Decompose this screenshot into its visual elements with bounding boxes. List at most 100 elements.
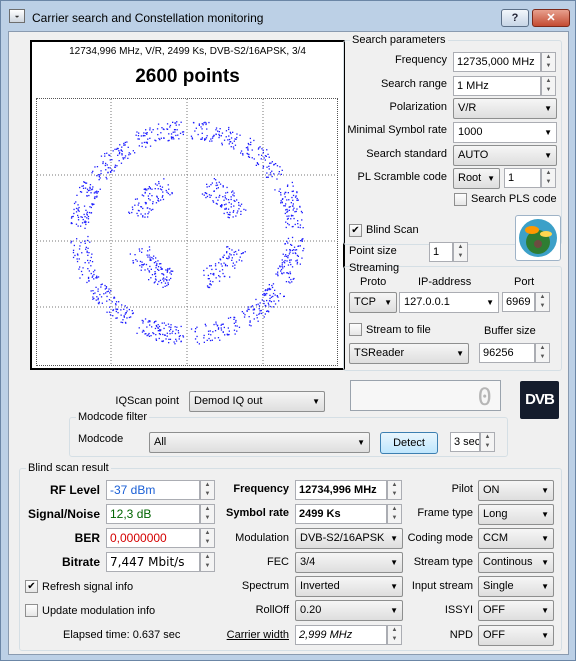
constellation-point: [100, 170, 102, 172]
pilot-select[interactable]: ON ▼: [478, 480, 554, 501]
constellation-point: [233, 199, 235, 202]
constellation-point: [171, 192, 173, 195]
constellation-point: [98, 301, 100, 303]
port-input[interactable]: 6969: [502, 292, 535, 312]
constellation-point: [77, 225, 79, 227]
constellation-point: [77, 216, 80, 218]
constellation-point: [84, 242, 86, 244]
constellation-point: [275, 163, 277, 165]
interval-spinner[interactable]: ▲ ▼: [480, 432, 495, 452]
close-button[interactable]: ✕: [532, 9, 570, 27]
min-symbol-rate-select[interactable]: 1000 ▼: [453, 122, 557, 143]
point-size-spinner[interactable]: ▲ ▼: [453, 242, 468, 262]
pl-scramble-mode-select[interactable]: Root ▼: [453, 168, 500, 189]
blind-scan-checkbox[interactable]: ✔: [349, 224, 362, 237]
title-bar[interactable]: ◒ Carrier search and Constellation monit…: [1, 1, 575, 31]
constellation-point: [152, 208, 154, 211]
npd-select[interactable]: OFF ▼: [478, 625, 554, 646]
constellation-point: [124, 155, 127, 157]
constellation-point: [172, 121, 174, 123]
search-standard-select[interactable]: AUTO ▼: [453, 145, 557, 166]
constellation-point: [258, 308, 260, 310]
coding-mode-select[interactable]: CCM ▼: [478, 528, 554, 549]
stream-to-file-checkbox[interactable]: [349, 323, 362, 336]
iqscan-select[interactable]: Demod IQ out ▼: [189, 391, 325, 412]
input-stream-select[interactable]: Single ▼: [478, 576, 554, 597]
constellation-point: [284, 255, 286, 257]
rolloff-label: RollOff: [255, 604, 289, 616]
constellation-point: [155, 334, 157, 336]
fish-logo-icon: [515, 215, 561, 261]
search-pls-label: Search PLS code: [471, 193, 557, 205]
constellation-point: [289, 271, 291, 273]
carrier-width-label[interactable]: Carrier width: [209, 629, 289, 641]
constellation-point: [285, 221, 287, 223]
detect-button[interactable]: Detect: [380, 432, 438, 454]
search-range-input[interactable]: 1 MHz: [453, 76, 541, 96]
constellation-point: [226, 191, 229, 194]
search-pls-checkbox[interactable]: [454, 193, 467, 206]
symbol-rate-spinner[interactable]: ▲ ▼: [387, 504, 402, 524]
search-range-spinner[interactable]: ▲ ▼: [541, 76, 556, 96]
buffer-size-input[interactable]: 96256: [479, 343, 535, 363]
constellation-point: [269, 172, 272, 174]
constellation-point: [154, 273, 156, 275]
constellation-point: [128, 316, 131, 319]
constellation-point: [135, 259, 137, 261]
constellation-point: [144, 318, 147, 320]
polarization-select[interactable]: V/R ▼: [453, 98, 557, 119]
spectrum-select[interactable]: Inverted ▼: [295, 576, 403, 597]
chevron-down-icon: ▼: [541, 486, 549, 495]
help-button[interactable]: ?: [501, 9, 529, 27]
constellation-point: [115, 317, 117, 319]
constellation-point: [222, 196, 224, 198]
update-modulation-checkbox[interactable]: [25, 604, 38, 617]
constellation-point: [262, 167, 264, 169]
constellation-point: [144, 191, 146, 194]
carrier-width-spinner[interactable]: ▲ ▼: [387, 625, 402, 645]
proto-select[interactable]: TCP ▼: [349, 292, 397, 313]
reader-select[interactable]: TSReader ▼: [349, 343, 469, 364]
frame-type-select[interactable]: Long ▼: [478, 504, 554, 525]
constellation-point: [118, 150, 120, 152]
result-frequency-spinner[interactable]: ▲ ▼: [387, 480, 402, 500]
fec-select[interactable]: 3/4 ▼: [295, 552, 403, 573]
port-spinner[interactable]: ▲ ▼: [535, 292, 550, 312]
modcode-select[interactable]: All ▼: [149, 432, 370, 453]
constellation-point: [228, 333, 230, 336]
constellation-point: [109, 314, 112, 316]
ip-address-select[interactable]: 127.0.0.1 ▼: [399, 292, 499, 313]
npd-label: NPD: [449, 629, 473, 641]
rolloff-select[interactable]: 0.20 ▼: [295, 600, 403, 621]
constellation-point: [288, 224, 290, 226]
pl-scramble-spinner[interactable]: ▲ ▼: [541, 168, 556, 188]
issyi-select[interactable]: OFF ▼: [478, 600, 554, 621]
constellation-point: [251, 157, 253, 159]
constellation-point: [230, 198, 232, 201]
constellation-point: [112, 150, 114, 152]
constellation-point: [232, 211, 234, 213]
buffer-size-spinner[interactable]: ▲ ▼: [535, 343, 550, 363]
constellation-point: [128, 308, 130, 311]
constellation-point: [92, 298, 94, 300]
polarization-label: Polarization: [389, 101, 447, 113]
constellation-point: [151, 326, 153, 328]
constellation-point: [125, 312, 127, 314]
interval-input[interactable]: 3 sec: [450, 432, 480, 452]
constellation-point: [191, 138, 194, 140]
constellation-point: [233, 251, 235, 253]
modulation-select[interactable]: DVB-S2/16APSK ▼: [295, 528, 403, 549]
pl-scramble-input[interactable]: 1: [504, 168, 541, 188]
constellation-point: [106, 311, 108, 313]
iqscan-label: IQScan point: [115, 395, 179, 407]
refresh-signal-checkbox[interactable]: ✔: [25, 580, 38, 593]
stream-type-select[interactable]: Continous ▼: [478, 552, 554, 573]
frequency-spinner[interactable]: ▲ ▼: [541, 52, 556, 72]
frequency-input[interactable]: 12735,000 MHz: [453, 52, 541, 72]
constellation-point: [91, 204, 94, 206]
pilot-value: ON: [483, 484, 500, 496]
constellation-point: [234, 264, 236, 266]
point-size-input[interactable]: 1: [429, 242, 453, 262]
constellation-point: [301, 219, 303, 221]
constellation-point: [250, 325, 252, 327]
